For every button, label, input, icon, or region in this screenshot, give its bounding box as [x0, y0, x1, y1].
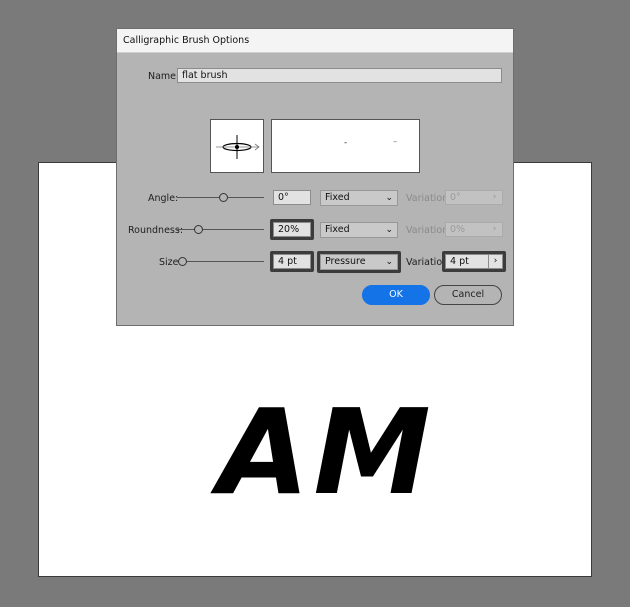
size-slider-knob[interactable] — [178, 257, 187, 266]
chevron-right-icon[interactable]: › — [488, 222, 501, 237]
angle-mode-value: Fixed — [325, 192, 350, 203]
cancel-button[interactable]: Cancel — [434, 285, 502, 305]
preview-mark-1: - — [344, 138, 348, 148]
angle-field[interactable]: 0° — [273, 190, 311, 205]
size-variation-highlight — [442, 251, 506, 272]
size-highlight — [270, 251, 314, 272]
roundness-highlight — [270, 219, 314, 240]
dialog-title: Calligraphic Brush Options — [123, 35, 250, 46]
brush-stroke-preview: - – — [271, 119, 420, 173]
name-field[interactable]: flat brush — [177, 68, 502, 83]
roundness-mode-select[interactable]: Fixed ⌄ — [320, 222, 398, 238]
calligraphic-brush-options-dialog: Calligraphic Brush Options Name: flat br… — [116, 28, 514, 326]
roundness-slider-knob[interactable] — [194, 225, 203, 234]
dialog-titlebar[interactable]: Calligraphic Brush Options — [117, 29, 513, 53]
brush-shape-preview[interactable] — [210, 119, 264, 173]
chevron-down-icon: ⌄ — [385, 193, 393, 203]
chevron-down-icon: ⌄ — [385, 225, 393, 235]
size-slider-track[interactable] — [177, 261, 264, 262]
name-label: Name: — [148, 71, 180, 82]
preview-mark-2: – — [393, 137, 398, 147]
roundness-slider-track[interactable] — [177, 229, 264, 230]
ok-button[interactable]: OK — [362, 285, 430, 305]
angle-label: Angle: — [148, 193, 179, 204]
roundness-mode-value: Fixed — [325, 224, 350, 235]
angle-slider-knob[interactable] — [219, 193, 228, 202]
brush-ellipse-icon — [216, 135, 260, 159]
chevron-right-icon[interactable]: › — [488, 190, 501, 205]
size-mode-highlight — [317, 251, 401, 273]
artboard-text: AM — [210, 383, 435, 521]
angle-mode-select[interactable]: Fixed ⌄ — [320, 190, 398, 206]
roundness-label: Roundness: — [128, 225, 184, 236]
